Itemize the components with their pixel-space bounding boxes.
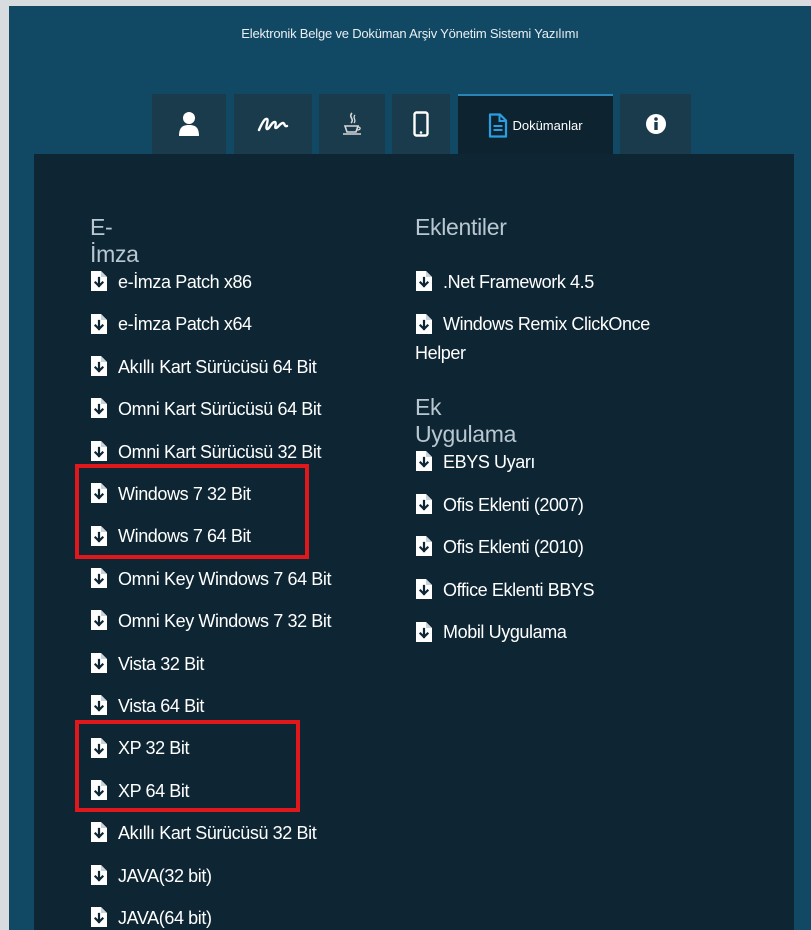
file-download-icon — [415, 493, 433, 515]
file-download-icon — [415, 450, 433, 472]
download-item-label: Windows 7 32 Bit — [118, 484, 251, 504]
document-icon — [489, 112, 508, 138]
tab-dokumanlar[interactable]: Dokümanlar — [458, 94, 613, 154]
file-download-icon — [90, 609, 108, 631]
download-item[interactable]: e-İmza Patch x64 — [90, 310, 252, 339]
tab-signature[interactable] — [234, 94, 312, 154]
eimza-heading: E-İmza — [90, 214, 139, 267]
download-item[interactable]: XP 32 Bit — [90, 734, 190, 763]
download-item[interactable]: Omni Key Windows 7 64 Bit — [90, 565, 331, 594]
file-download-icon — [90, 694, 108, 716]
download-item-label: JAVA(32 bit) — [118, 865, 212, 886]
tab-dokumanlar-label: Dokümanlar — [512, 117, 583, 133]
download-item-label: XP 64 Bit — [118, 780, 190, 801]
file-download-icon — [90, 779, 108, 801]
file-download-icon — [90, 567, 108, 589]
app-title: Elektronik Belge ve Doküman Arşiv Yöneti… — [241, 26, 579, 41]
tab-info[interactable] — [620, 94, 691, 154]
user-icon — [179, 112, 199, 136]
file-download-icon — [90, 652, 108, 674]
ek-uygulama-heading: Ek Uygulama — [415, 394, 517, 447]
download-item-label: Akıllı Kart Sürücüsü 64 Bit — [118, 356, 317, 377]
tab-mobile[interactable] — [392, 94, 450, 154]
download-item[interactable]: Office Eklenti BBYS — [415, 576, 595, 605]
download-item-label: e-İmza Patch x64 — [118, 314, 252, 335]
download-item[interactable]: Omni Kart Sürücüsü 64 Bit — [90, 395, 321, 424]
download-item[interactable]: Windows 7 32 Bit — [90, 480, 251, 509]
file-download-icon — [90, 270, 108, 292]
download-item[interactable]: Ofis Eklenti (2010) — [415, 533, 584, 562]
file-download-icon — [90, 482, 108, 504]
file-download-icon — [90, 906, 108, 928]
download-item[interactable]: Akıllı Kart Sürücüsü 64 Bit — [90, 353, 317, 382]
download-item-label: Ofis Eklenti (2010) — [443, 537, 584, 558]
tab-user[interactable] — [152, 94, 226, 154]
download-item[interactable]: Vista 32 Bit — [90, 650, 204, 679]
file-download-icon — [415, 535, 433, 557]
file-download-icon — [415, 578, 433, 600]
download-item-label: e-İmza Patch x86 — [118, 272, 252, 292]
file-download-icon — [90, 313, 108, 335]
file-download-icon — [415, 313, 433, 335]
download-item-label: JAVA(64 bit) — [118, 908, 212, 928]
mobile-icon — [413, 111, 429, 137]
download-item[interactable]: Omni Kart Sürücüsü 32 Bit — [90, 438, 321, 467]
download-item[interactable]: EBYS Uyarı — [415, 448, 535, 477]
documents-panel: E-İmza e-İmza Patch x86 e-İmza Patch x64 A… — [34, 154, 794, 930]
download-item-label: Omni Kart Sürücüsü 32 Bit — [118, 441, 322, 462]
file-download-icon — [90, 397, 108, 419]
file-download-icon — [90, 355, 108, 377]
file-download-icon — [90, 737, 108, 759]
download-item-label: Windows 7 64 Bit — [118, 526, 251, 547]
info-icon — [645, 114, 666, 134]
download-item-label: Mobil Uygulama — [443, 622, 567, 643]
download-item[interactable]: Mobil Uygulama — [415, 618, 567, 647]
download-item[interactable]: Windows Remix ClickOnce Helper — [415, 310, 705, 368]
download-item[interactable]: Omni Key Windows 7 32 Bit — [90, 607, 331, 636]
signature-icon — [257, 117, 289, 132]
download-item[interactable]: XP 64 Bit — [90, 777, 190, 806]
download-item-label: Ofis Eklenti (2007) — [443, 494, 584, 515]
download-item-label: Windows Remix ClickOnce Helper — [415, 314, 650, 364]
file-download-icon — [415, 270, 433, 292]
download-item[interactable]: Windows 7 64 Bit — [90, 522, 251, 551]
file-download-icon — [90, 864, 108, 886]
file-download-icon — [90, 525, 108, 547]
download-item[interactable]: Akıllı Kart Sürücüsü 32 Bit — [90, 819, 317, 848]
java-icon — [343, 112, 361, 135]
file-download-icon — [90, 440, 108, 462]
download-item-label: XP 32 Bit — [118, 738, 190, 759]
download-item[interactable]: JAVA(64 bit) — [90, 904, 212, 930]
app-window: Elektronik Belge ve Doküman Arşiv Yöneti… — [9, 6, 811, 930]
download-item-label: .Net Framework 4.5 — [443, 272, 594, 292]
eklentiler-heading: Eklentiler — [415, 214, 507, 240]
download-item-label: Akıllı Kart Sürücüsü 32 Bit — [118, 823, 317, 844]
download-item[interactable]: .Net Framework 4.5 — [415, 268, 594, 297]
download-item[interactable]: e-İmza Patch x86 — [90, 268, 252, 297]
file-download-icon — [90, 821, 108, 843]
download-item-label: Vista 64 Bit — [118, 696, 204, 716]
download-item-label: Omni Key Windows 7 64 Bit — [118, 568, 332, 589]
download-item[interactable]: Vista 64 Bit — [90, 692, 204, 721]
file-download-icon — [415, 621, 433, 643]
download-item[interactable]: JAVA(32 bit) — [90, 862, 212, 891]
download-item-label: Office Eklenti BBYS — [443, 579, 595, 600]
download-item[interactable]: Ofis Eklenti (2007) — [415, 491, 584, 520]
download-item-label: EBYS Uyarı — [443, 452, 536, 472]
download-item-label: Omni Kart Sürücüsü 64 Bit — [118, 399, 322, 420]
download-item-label: Omni Key Windows 7 32 Bit — [118, 611, 332, 632]
download-item-label: Vista 32 Bit — [118, 653, 204, 674]
tab-java[interactable] — [319, 94, 385, 154]
